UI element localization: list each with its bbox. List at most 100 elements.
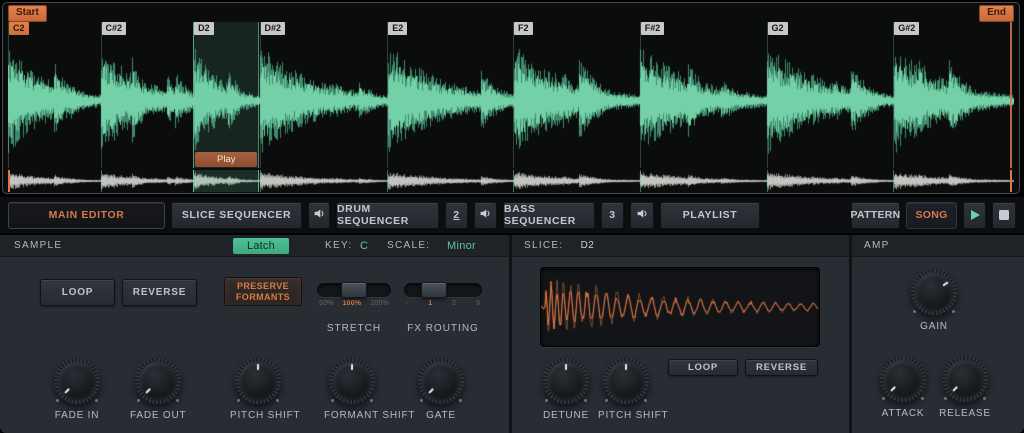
end-marker-button[interactable]: End <box>979 5 1014 22</box>
play-slice-button[interactable]: Play <box>195 152 258 167</box>
slice-label[interactable]: C#2 <box>101 22 127 35</box>
slider-option[interactable]: 200% <box>370 300 389 307</box>
slice-marker-line[interactable] <box>513 22 514 168</box>
sample-section-header: SAMPLE Latch KEY: C SCALE: Minor <box>0 235 509 257</box>
tab-main-editor[interactable]: MAIN EDITOR <box>8 201 165 229</box>
bass-sequencer-index-button[interactable]: 3 <box>601 201 624 229</box>
fx-routing-handle[interactable] <box>421 282 447 298</box>
preserve-formants-label: PRESERVE FORMANTS <box>235 280 291 302</box>
fx-routing-slider[interactable]: - 1 2 3 FX ROUTING <box>404 282 482 341</box>
slice-marker-line[interactable] <box>8 22 9 168</box>
song-mode-button[interactable]: SONG <box>906 201 957 229</box>
slice-marker-line[interactable] <box>100 22 102 168</box>
speaker-icon <box>636 207 649 223</box>
slider-option[interactable]: 50% <box>319 300 334 307</box>
slice-marker-line[interactable] <box>893 22 895 168</box>
preserve-formants-button[interactable]: PRESERVE FORMANTS <box>224 277 302 306</box>
latch-toggle[interactable]: Latch <box>233 238 289 254</box>
overview-slice-line <box>100 170 102 192</box>
stretch-slider[interactable]: 50% 100% 200% STRETCH <box>317 282 391 341</box>
overview-slice-line <box>193 170 195 192</box>
slice-waveform-display <box>540 267 820 347</box>
reverse-button[interactable]: REVERSE <box>122 279 197 306</box>
play-button[interactable] <box>963 201 986 229</box>
slider-option[interactable]: 1 <box>428 300 432 307</box>
tab-drum-sequencer[interactable]: DRUM SEQUENCER <box>336 201 439 229</box>
scale-value[interactable]: Minor <box>447 235 476 257</box>
attack-knob[interactable]: ATTACK <box>875 356 931 421</box>
scale-label: SCALE: <box>387 240 431 251</box>
pitch-shift-knob[interactable]: PITCH SHIFT <box>230 358 300 423</box>
selected-slice-region[interactable]: Play <box>193 22 260 168</box>
slice-title-value: D2 <box>580 240 595 251</box>
fx-routing-label: FX ROUTING <box>407 323 479 334</box>
slice-pitch-shift-knob[interactable]: PITCH SHIFT <box>598 358 668 423</box>
knob-label: ATTACK <box>881 408 925 419</box>
slice-marker-line[interactable] <box>766 22 768 168</box>
slice-label[interactable]: D2 <box>194 22 214 35</box>
slice-label[interactable]: C2 <box>9 22 29 35</box>
slice-label[interactable]: G#2 <box>894 22 920 35</box>
slice-label[interactable]: E2 <box>388 22 408 35</box>
slice-section-header: SLICE: D2 <box>512 235 849 257</box>
pattern-mode-button[interactable]: PATTERN <box>850 201 900 229</box>
amp-section-title: AMP <box>864 240 890 251</box>
slice-marker-line[interactable] <box>387 22 389 168</box>
tab-playlist[interactable]: PLAYLIST <box>660 201 760 229</box>
stretch-handle[interactable] <box>341 282 367 298</box>
loop-button[interactable]: LOOP <box>40 279 115 306</box>
stop-button[interactable] <box>992 201 1016 229</box>
overview-slice-line <box>893 170 895 192</box>
start-marker-button[interactable]: Start <box>8 5 47 22</box>
knob-label: GAIN <box>920 321 948 332</box>
drum-sequencer-index-button[interactable]: 2 <box>445 201 468 229</box>
overview-slice-line <box>766 170 768 192</box>
end-marker-line[interactable] <box>1009 20 1012 168</box>
sample-section: SAMPLE Latch KEY: C SCALE: Minor LOOP RE… <box>0 235 509 433</box>
release-knob[interactable]: RELEASE <box>937 356 993 421</box>
overview-slice-line <box>387 170 389 192</box>
tab-slice-sequencer[interactable]: SLICE SEQUENCER <box>171 201 302 229</box>
bass-sequencer-audition-button[interactable] <box>630 201 654 229</box>
slider-option[interactable]: - <box>406 300 409 307</box>
tab-bass-sequencer[interactable]: BASS SEQUENCER <box>503 201 595 229</box>
amp-section-header: AMP <box>852 235 1024 257</box>
formant-shift-knob[interactable]: FORMANT SHIFT <box>324 358 415 423</box>
knob-label: FADE OUT <box>130 410 187 421</box>
knob-label: PITCH SHIFT <box>598 410 669 421</box>
key-value[interactable]: C <box>360 235 368 257</box>
slice-label[interactable]: F2 <box>514 22 533 35</box>
drum-sequencer-audition-button[interactable] <box>474 201 497 229</box>
slice-title-label: SLICE: <box>524 240 564 251</box>
overview-slice-line <box>639 170 641 192</box>
knob-label: DETUNE <box>543 410 589 421</box>
slice-waveform-canvas <box>541 268 819 346</box>
stretch-track[interactable] <box>317 282 391 298</box>
slice-marker-line[interactable] <box>639 22 641 168</box>
overview-slice-line <box>513 170 514 192</box>
slice-label[interactable]: F#2 <box>640 22 665 35</box>
slider-option[interactable]: 100% <box>343 300 362 307</box>
knob-label: GATE <box>426 410 456 421</box>
slice-reverse-button[interactable]: REVERSE <box>745 359 818 376</box>
play-icon <box>971 210 980 220</box>
slice-label[interactable]: G2 <box>767 22 788 35</box>
slice-marker-line[interactable] <box>259 22 261 168</box>
fx-routing-track[interactable] <box>404 282 482 298</box>
stop-icon <box>999 210 1009 220</box>
fade-in-knob[interactable]: FADE IN <box>49 358 105 423</box>
slider-option[interactable]: 3 <box>476 300 480 307</box>
gain-knob[interactable]: GAIN <box>906 269 962 334</box>
fade-out-knob[interactable]: FADE OUT <box>130 358 186 423</box>
overview-waveform[interactable] <box>8 170 1014 192</box>
main-waveform[interactable]: C2 C#2 D2 Play D#2 E2 F2 F#2 G2 G#2 <box>8 20 1014 168</box>
detune-knob[interactable]: DETUNE <box>538 358 594 423</box>
knob-label: RELEASE <box>939 408 991 419</box>
slider-option[interactable]: 2 <box>452 300 456 307</box>
slice-loop-button[interactable]: LOOP <box>668 359 738 376</box>
slice-sequencer-audition-button[interactable] <box>308 201 330 229</box>
slice-label[interactable]: D#2 <box>260 22 286 35</box>
knob-label: FORMANT SHIFT <box>324 410 416 421</box>
gate-knob[interactable]: GATE <box>413 358 469 423</box>
key-label: KEY: <box>325 240 353 251</box>
